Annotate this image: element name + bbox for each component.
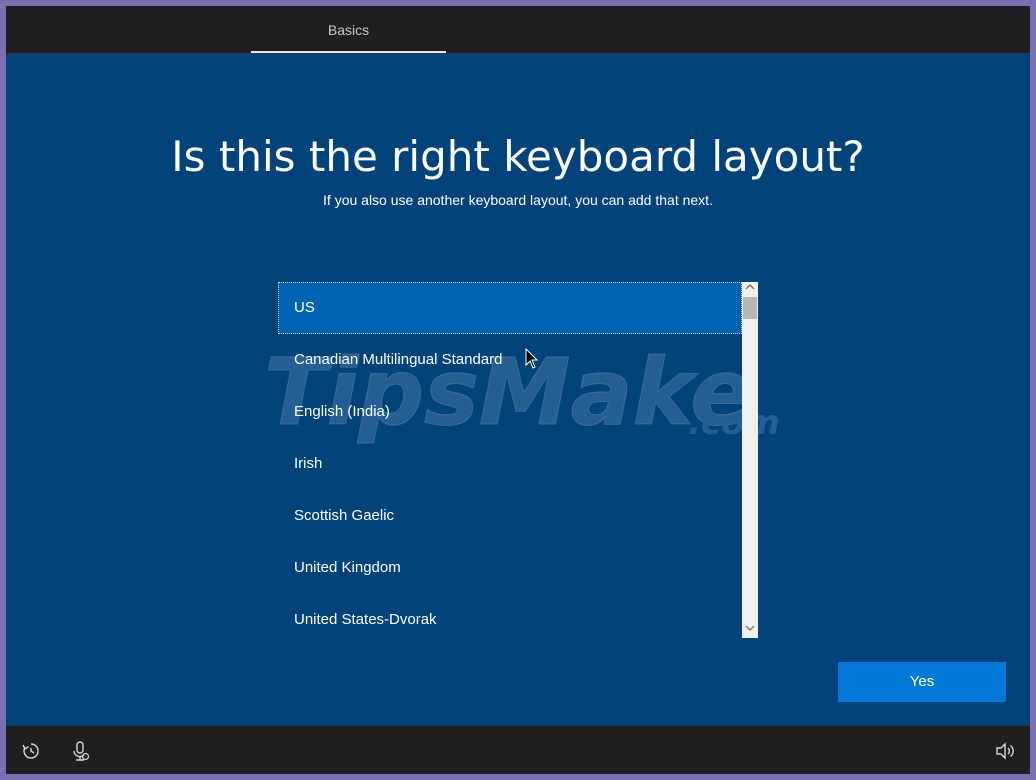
list-item[interactable]: English (India) [278,386,742,438]
volume-icon[interactable] [994,740,1016,762]
tab-active-indicator [251,51,446,53]
scroll-down-icon[interactable] [742,623,758,637]
list-item[interactable]: United Kingdom [278,542,742,594]
scroll-thumb[interactable] [743,297,757,319]
bottom-bar [6,726,1030,774]
microphone-icon[interactable] [69,740,91,762]
page-title: Is this the right keyboard layout? [171,132,865,181]
ease-of-access-icon[interactable] [20,740,42,762]
list-item[interactable]: US [278,282,742,334]
list-item[interactable]: Irish [278,438,742,490]
list-item[interactable]: Scottish Gaelic [278,490,742,542]
list-item[interactable]: Canadian Multilingual Standard [278,334,742,386]
yes-button[interactable]: Yes [838,662,1006,702]
keyboard-layout-list[interactable]: US Canadian Multilingual Standard Englis… [278,282,758,638]
scroll-up-icon[interactable] [742,282,758,296]
tab-basics[interactable]: Basics [251,6,446,53]
list-item[interactable]: United States-Dvorak [278,594,742,646]
list-scrollbar[interactable] [742,282,758,638]
oobe-window: Basics Is this the right keyboard layout… [6,6,1030,774]
page-subtitle: If you also use another keyboard layout,… [323,192,713,208]
top-bar: Basics [6,6,1030,54]
